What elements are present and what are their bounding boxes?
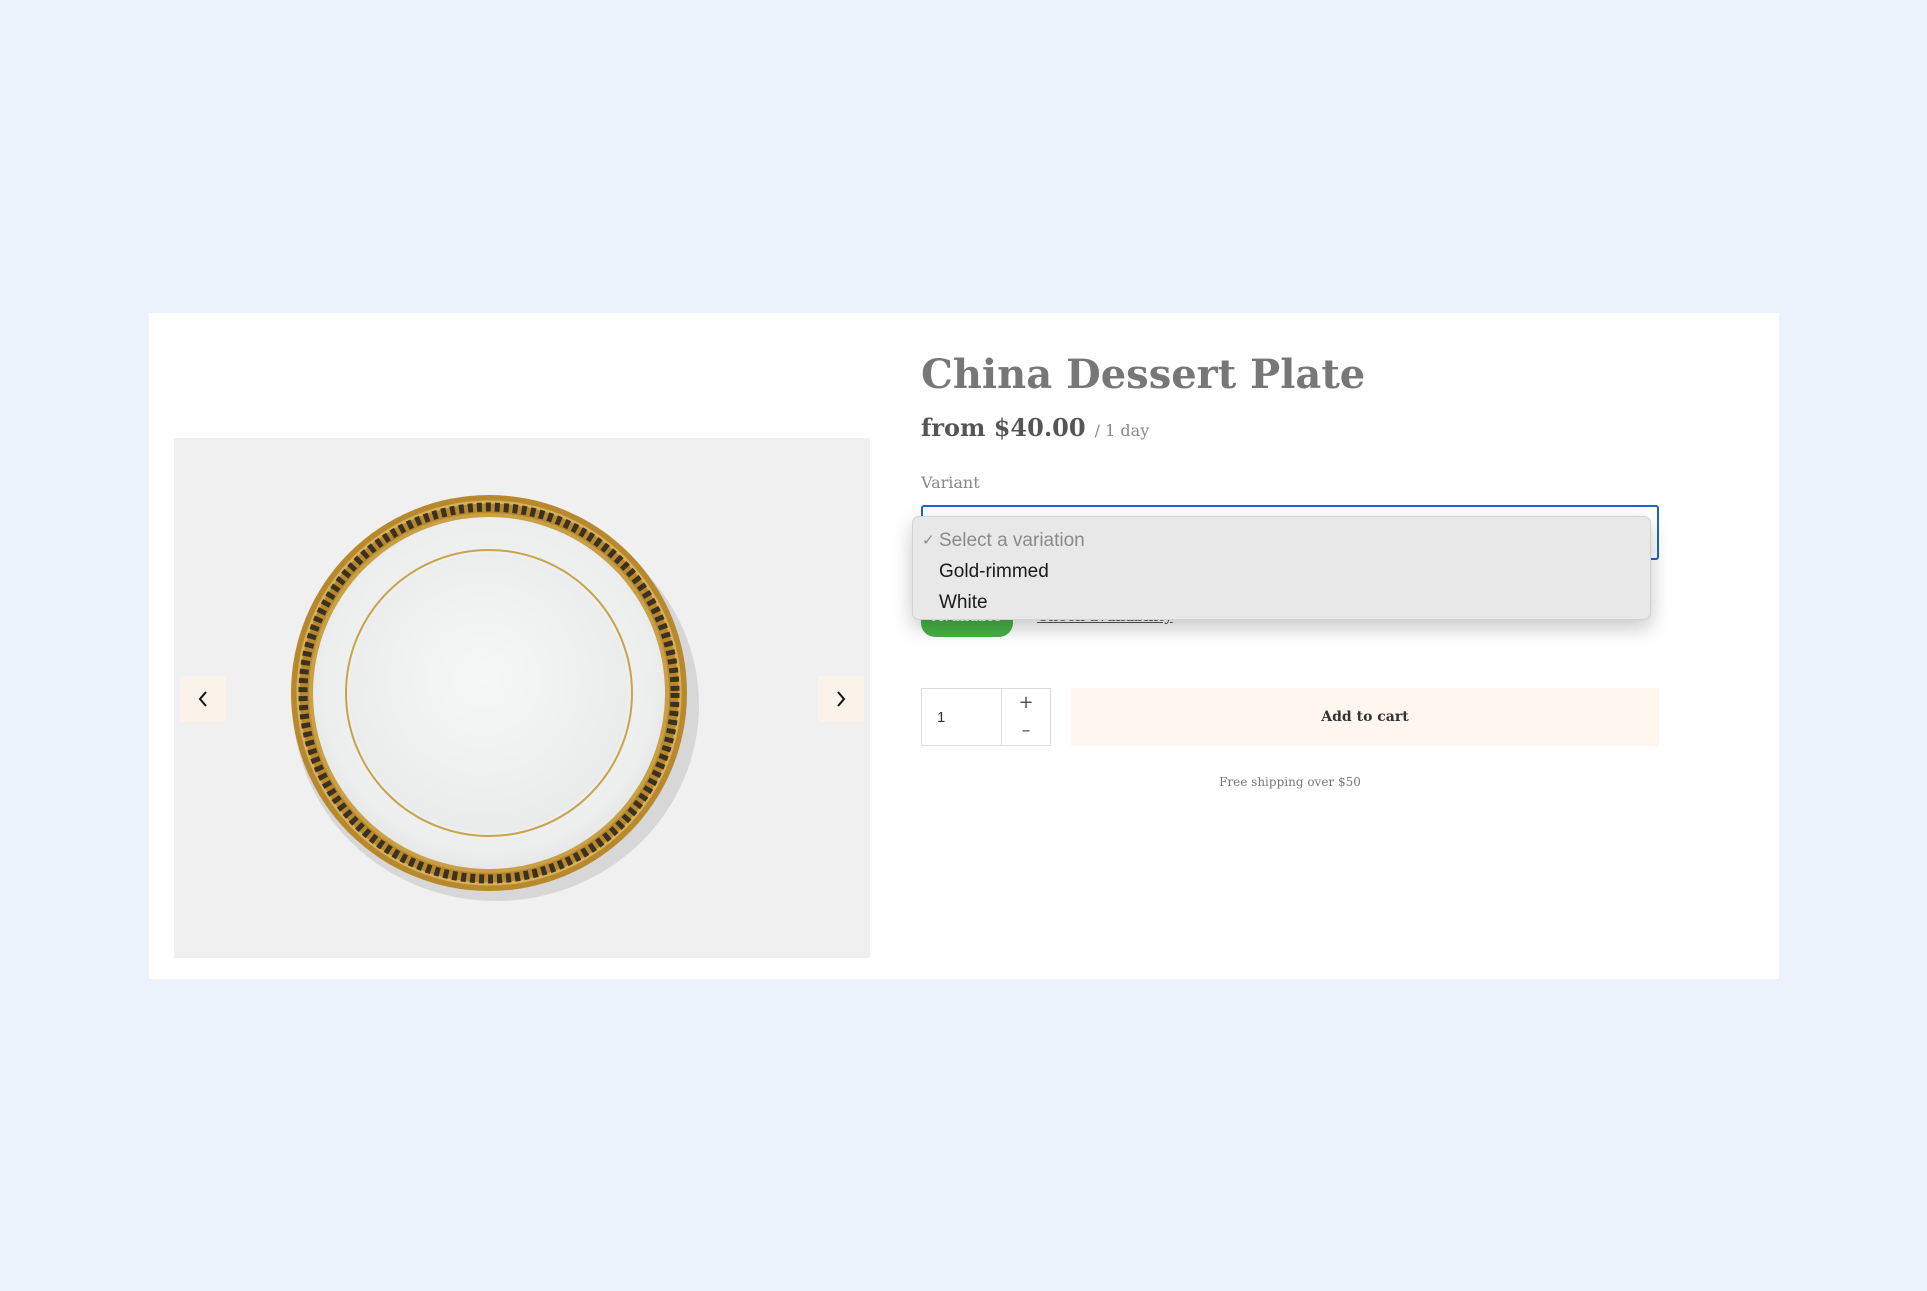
product-info: China Dessert Plate from $40.00 / 1 day … [921, 313, 1681, 979]
chevron-left-icon [198, 691, 207, 707]
product-title: China Dessert Plate [921, 351, 1366, 398]
shipping-note: Free shipping over $50 [1219, 775, 1361, 789]
chevron-right-icon [837, 691, 846, 707]
product-price: from $40.00 / 1 day [921, 413, 1149, 442]
add-to-cart-button[interactable]: Add to cart [1071, 688, 1659, 746]
product-card: China Dessert Plate from $40.00 / 1 day … [149, 313, 1779, 979]
variant-option-label: Select a variation [939, 530, 1085, 551]
product-gallery [174, 438, 870, 958]
quantity-decrease-button[interactable]: – [1002, 717, 1050, 745]
variant-option-label: Gold-rimmed [939, 561, 1049, 582]
gallery-prev-button[interactable] [180, 676, 226, 722]
product-image [291, 495, 699, 901]
quantity-input[interactable] [922, 689, 1002, 745]
gallery-next-button[interactable] [818, 676, 864, 722]
variant-option-gold-rimmed[interactable]: Gold-rimmed [913, 556, 1650, 587]
variant-option-placeholder[interactable]: ✓ Select a variation [913, 525, 1650, 556]
variant-option-white[interactable]: White [913, 587, 1650, 618]
checkmark-icon: ✓ [922, 531, 935, 549]
quantity-stepper: + – [921, 688, 1051, 746]
variant-label: Variant [921, 473, 980, 492]
quantity-increase-button[interactable]: + [1002, 689, 1050, 717]
variant-option-label: White [939, 592, 988, 613]
variant-dropdown-menu: ✓ Select a variation Gold-rimmed White [912, 516, 1651, 620]
price-amount: from $40.00 [921, 413, 1086, 442]
price-period: / 1 day [1094, 421, 1150, 440]
